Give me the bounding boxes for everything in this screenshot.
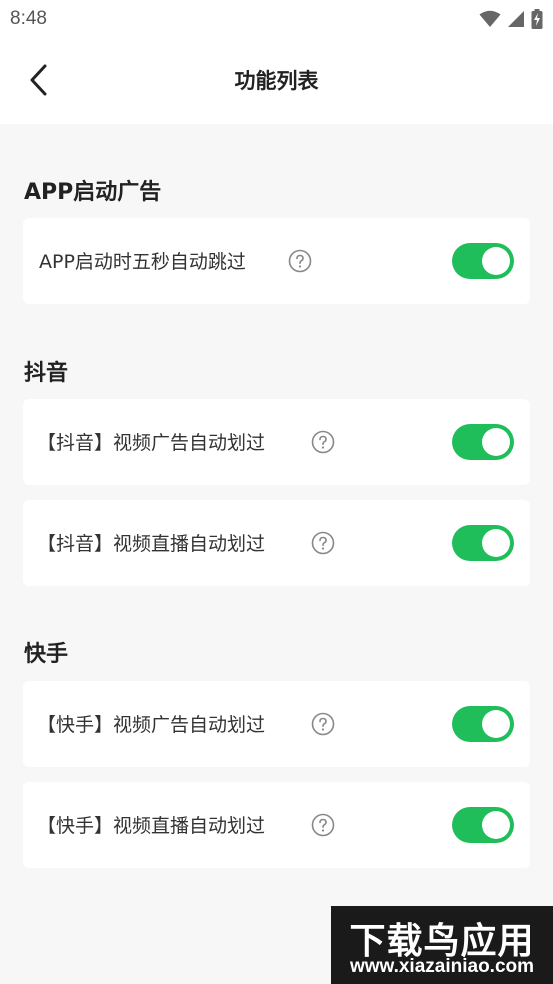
toggle-knob: [482, 811, 510, 839]
status-bar: 8:48: [0, 0, 553, 38]
status-time: 8:48: [10, 8, 47, 29]
toggle-switch[interactable]: [452, 525, 514, 561]
list-item-label: APP启动时五秒自动跳过: [39, 251, 246, 273]
list-item: 【抖音】视频广告自动划过: [23, 399, 530, 485]
signal-icon: [508, 11, 524, 27]
list-item: APP启动时五秒自动跳过: [23, 218, 530, 304]
list-item-label: 【抖音】视频直播自动划过: [37, 533, 266, 555]
toggle-knob: [482, 428, 510, 456]
header: 功能列表: [0, 38, 553, 124]
section-title-app-launch-ad: APP启动广告: [24, 180, 162, 205]
toggle-switch[interactable]: [452, 807, 514, 843]
list-item: 【抖音】视频直播自动划过: [23, 500, 530, 586]
page-title: 功能列表: [234, 69, 319, 93]
list-item-label: 【快手】视频直播自动划过: [37, 815, 266, 837]
wifi-icon: [479, 10, 501, 27]
battery-charging-icon: [531, 9, 543, 29]
toggle-knob: [482, 529, 510, 557]
help-icon[interactable]: [311, 430, 335, 454]
help-icon[interactable]: [288, 249, 312, 273]
toggle-switch[interactable]: [452, 243, 514, 279]
help-icon[interactable]: [311, 813, 335, 837]
list-item: 【快手】视频广告自动划过: [23, 681, 530, 767]
toggle-switch[interactable]: [452, 706, 514, 742]
watermark-url: www.xiazainiao.com: [349, 956, 535, 977]
help-icon[interactable]: [311, 531, 335, 555]
list-item-label: 【快手】视频广告自动划过: [37, 714, 266, 736]
toggle-knob: [482, 247, 510, 275]
list-item: 【快手】视频直播自动划过: [23, 782, 530, 868]
list-item-label: 【抖音】视频广告自动划过: [37, 432, 266, 454]
section-title-kuaishou: 快手: [24, 642, 69, 667]
toggle-switch[interactable]: [452, 424, 514, 460]
watermark: 下载鸟应用 www.xiazainiao.com: [331, 906, 553, 984]
toggle-knob: [482, 710, 510, 738]
help-icon[interactable]: [311, 712, 335, 736]
section-title-douyin: 抖音: [24, 361, 69, 386]
status-icons: [479, 8, 543, 30]
